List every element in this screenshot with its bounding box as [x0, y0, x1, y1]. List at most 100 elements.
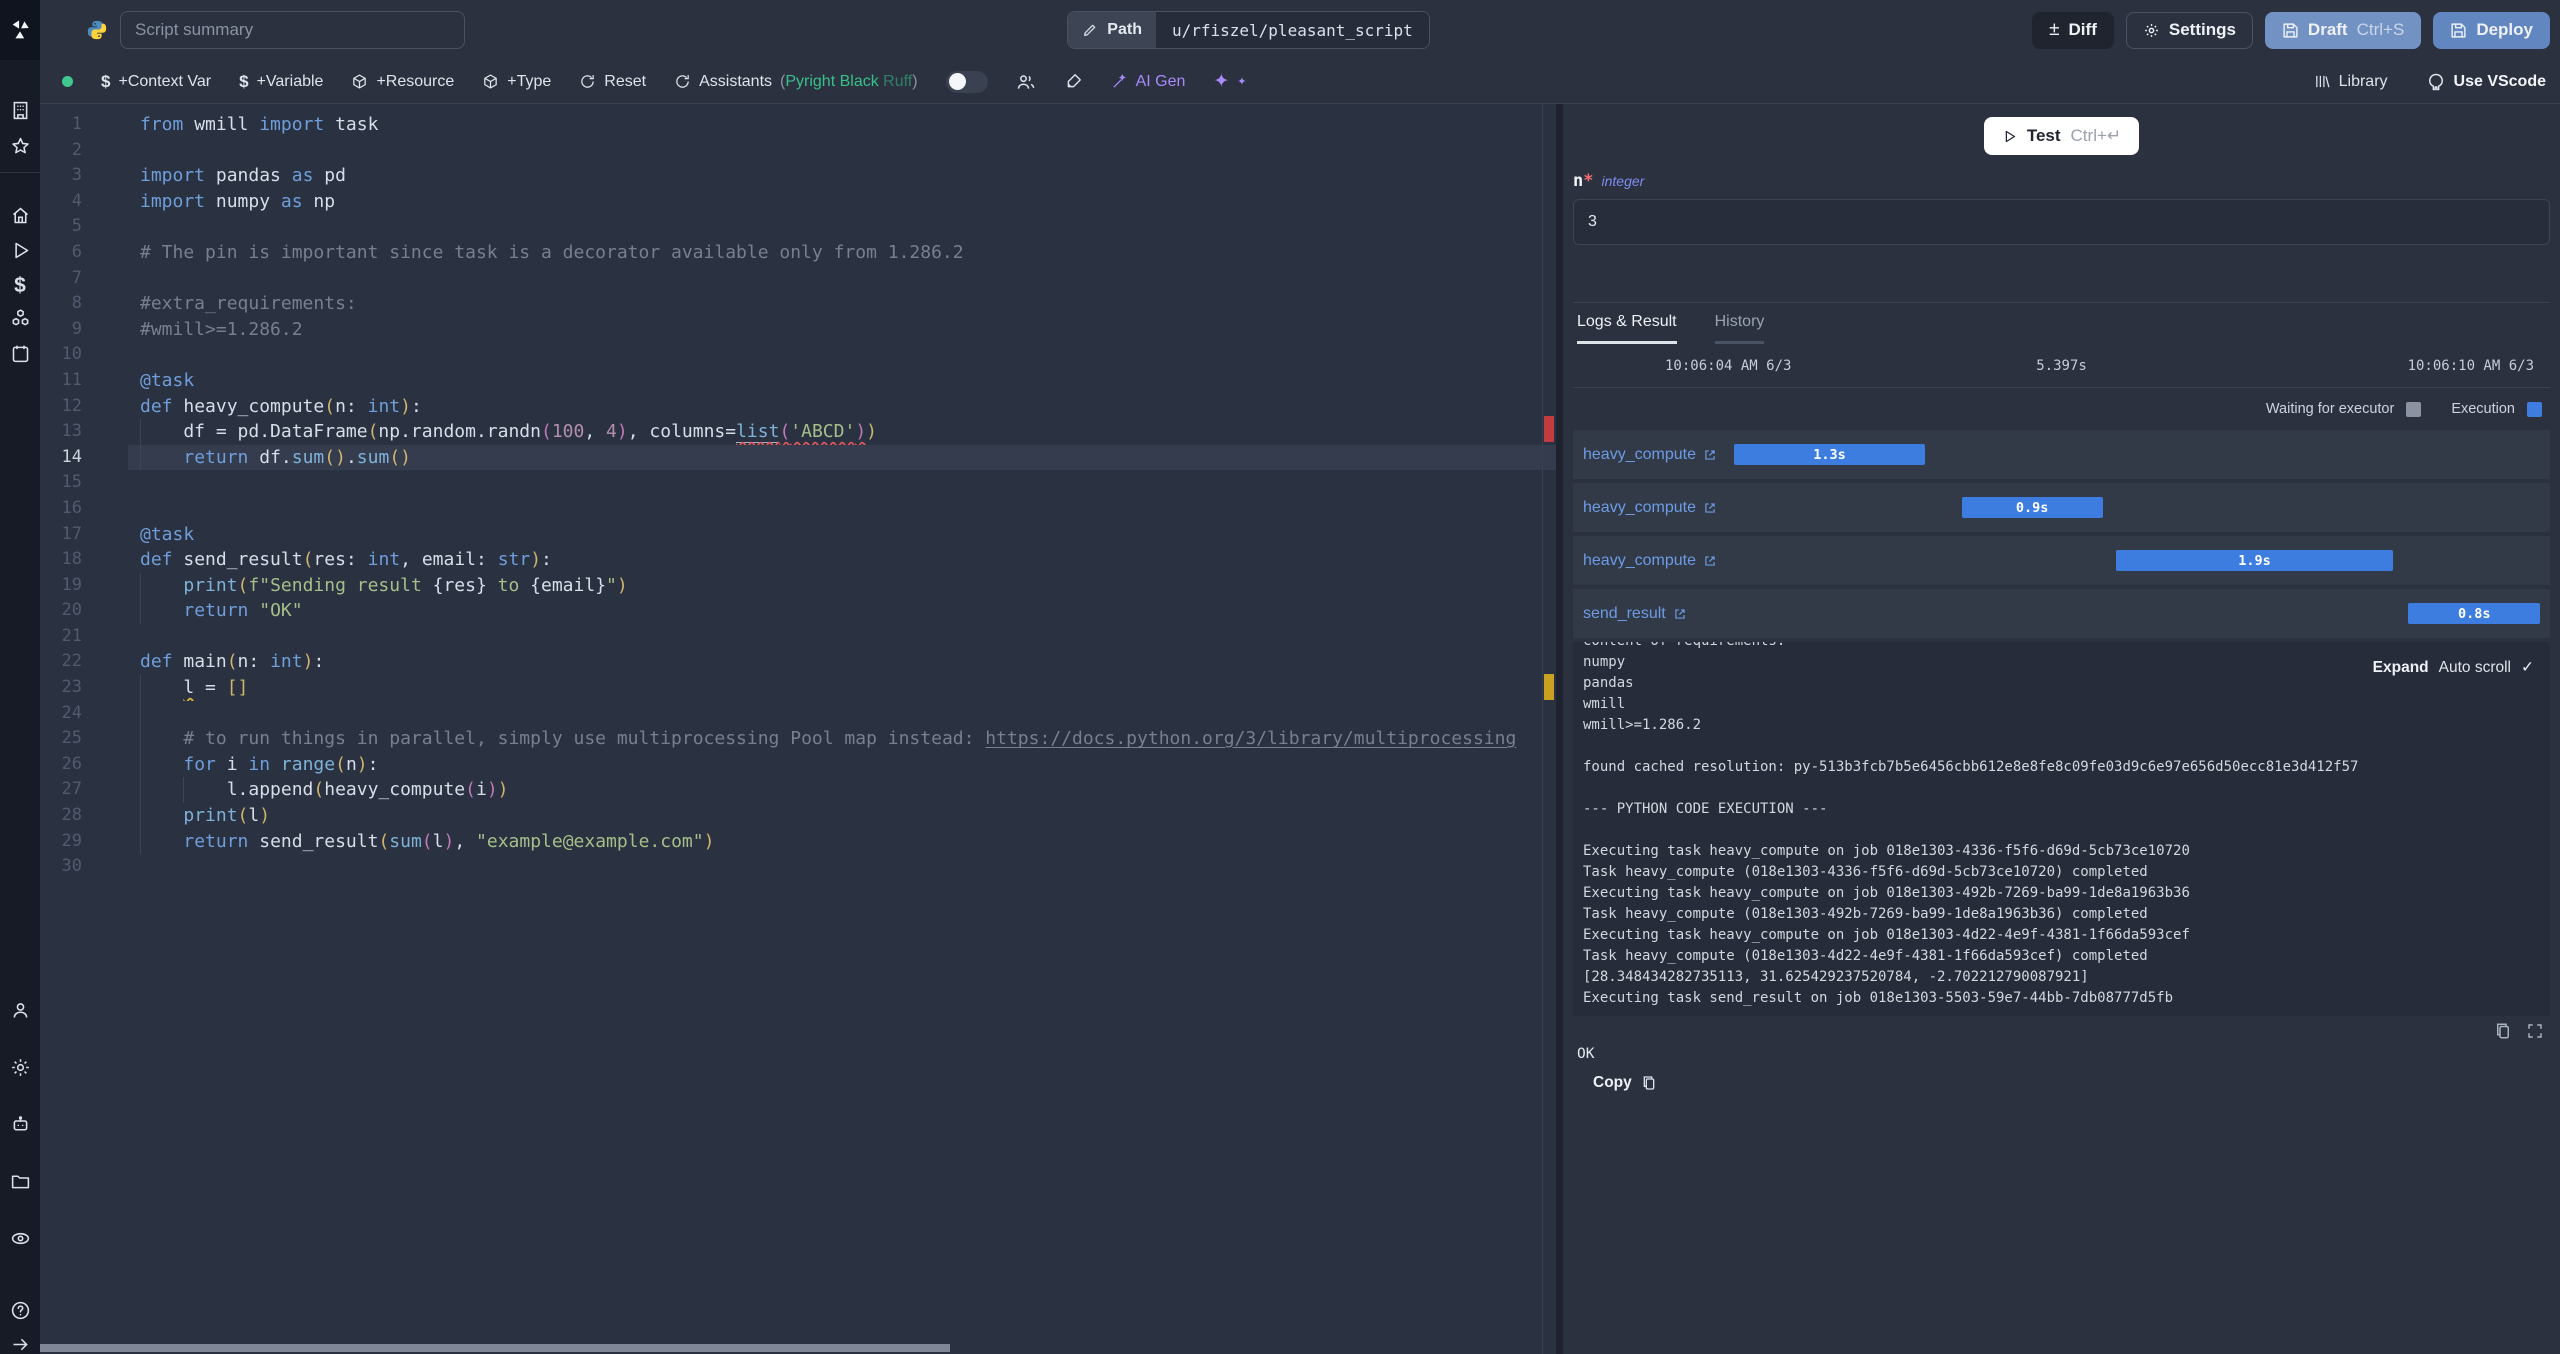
format-brush-button[interactable]: [1064, 72, 1083, 91]
code-line[interactable]: 29 return send_result(sum(l), "example@e…: [40, 828, 1556, 855]
home-icon[interactable]: [0, 205, 40, 226]
variables-dollar-icon[interactable]: $: [0, 274, 40, 298]
status-dot: [62, 76, 73, 87]
line-number: 27: [61, 779, 82, 800]
code-line[interactable]: 1 from wmill import task: [40, 112, 1556, 138]
code-line[interactable]: 27 l.append(heavy_compute(i)): [40, 777, 1556, 804]
settings-gear-icon[interactable]: [0, 1057, 40, 1078]
code-line[interactable]: 20 return "OK": [40, 598, 1556, 624]
tab-logs-result[interactable]: Logs & Result: [1577, 303, 1677, 344]
code-line[interactable]: 26 for i in range(n):: [40, 751, 1556, 778]
tab-history[interactable]: History: [1714, 303, 1765, 344]
code-line[interactable]: 8 #extra_requirements:: [40, 291, 1556, 317]
code-editor[interactable]: 1 from wmill import task 2 3 import pandas a…: [40, 104, 1556, 1354]
expand-sidebar-arrow-icon[interactable]: [0, 1334, 40, 1354]
code-line[interactable]: 17 @task: [40, 522, 1556, 548]
code-line[interactable]: 19 print(f"Sending result {res} to {emai…: [40, 572, 1556, 599]
refresh-icon: [581, 75, 595, 88]
arg-n-input[interactable]: [1573, 199, 2550, 245]
fullscreen-icon[interactable]: [2526, 1022, 2544, 1040]
favorites-star-icon[interactable]: [0, 136, 40, 157]
ai-gen-button[interactable]: AI Gen: [1111, 73, 1185, 91]
multiplayer-button[interactable]: [1016, 72, 1036, 92]
code-line[interactable]: 24: [40, 700, 1556, 727]
code-line[interactable]: 18 def send_result(res: int, email: str):: [40, 547, 1556, 573]
play-icon: [2005, 130, 2015, 142]
script-summary-input[interactable]: [120, 11, 465, 49]
assistants-button[interactable]: Assistants (Pyright Black Ruff): [674, 73, 918, 91]
code-line[interactable]: 3 import pandas as pd: [40, 163, 1556, 189]
sparkles-icon[interactable]: ✦ ✦: [1213, 70, 1246, 93]
draft-button[interactable]: Draft Ctrl+S: [2264, 11, 2422, 49]
code-line[interactable]: 14 return df.sum().sum(): [40, 444, 1556, 471]
code-line[interactable]: 6 # The pin is important since task is a …: [40, 240, 1556, 266]
autoscroll-toggle[interactable]: Auto scroll: [2439, 659, 2511, 677]
code-line[interactable]: 30: [40, 854, 1556, 880]
folders-icon[interactable]: [0, 1171, 40, 1192]
reset-button[interactable]: Reset: [579, 73, 646, 91]
code-line[interactable]: 22 def main(n: int):: [40, 649, 1556, 675]
line-content: print(f"Sending result {res} to {email}"…: [128, 572, 1556, 599]
add-variable-button[interactable]: $ +Variable: [239, 72, 323, 92]
use-vscode-button[interactable]: Use VScode: [2426, 72, 2546, 92]
code-line[interactable]: 28 print(l): [40, 803, 1556, 829]
add-type-button[interactable]: +Type: [482, 73, 551, 91]
line-content: [128, 470, 1556, 496]
code-line[interactable]: 4 import numpy as np: [40, 189, 1556, 215]
help-icon[interactable]: [0, 1300, 40, 1321]
windmill-logo[interactable]: [0, 0, 40, 60]
editor-toggle[interactable]: [945, 70, 988, 93]
horizontal-scrollbar[interactable]: [40, 1344, 950, 1352]
diff-button[interactable]: ± Diff: [2032, 11, 2114, 49]
user-icon[interactable]: [0, 1000, 40, 1021]
code-line[interactable]: 2: [40, 138, 1556, 164]
test-button[interactable]: Test Ctrl+↵: [1983, 117, 2140, 155]
overview-ruler[interactable]: [1542, 104, 1556, 1354]
task-link[interactable]: heavy_compute: [1573, 499, 1717, 517]
indent-guide: [140, 598, 141, 624]
copy-logs-icon[interactable]: [2494, 1022, 2512, 1040]
timeline-legend: Waiting for executor Execution: [1573, 388, 2550, 430]
arg-type: integer: [1601, 173, 1645, 189]
workspace-icon[interactable]: [0, 100, 40, 121]
settings-button[interactable]: Settings: [2125, 11, 2253, 49]
task-link[interactable]: heavy_compute: [1573, 446, 1717, 464]
copy-result-button[interactable]: Copy: [1573, 1074, 2550, 1092]
pane-splitter[interactable]: [1556, 104, 1563, 1354]
external-link-icon: [1705, 502, 1715, 513]
code-line[interactable]: 12 def heavy_compute(n: int):: [40, 394, 1556, 420]
code-line[interactable]: 15: [40, 470, 1556, 496]
logs-expand-button[interactable]: Expand: [2373, 659, 2429, 677]
code-line[interactable]: 10: [40, 342, 1556, 368]
line-content: for i in range(n):: [128, 751, 1556, 778]
arg-label: n* integer: [1573, 171, 1645, 191]
line-content: [128, 138, 1556, 164]
code-line[interactable]: 21: [40, 624, 1556, 650]
code-line[interactable]: 11 @task: [40, 368, 1556, 394]
workers-robot-icon[interactable]: [0, 1114, 40, 1135]
schedules-calendar-icon[interactable]: [0, 343, 40, 364]
resources-icon[interactable]: [0, 308, 40, 329]
code-line[interactable]: 23 l = []: [40, 675, 1556, 701]
code-line[interactable]: 7: [40, 266, 1556, 292]
code-line[interactable]: 16: [40, 496, 1556, 522]
add-context-var-button[interactable]: $ +Context Var: [101, 72, 211, 92]
line-number: 12: [61, 395, 82, 416]
logs-viewer[interactable]: content of requirements: numpy pandas wm…: [1573, 642, 2550, 1016]
code-line[interactable]: 25 # to run things in parallel, simply u…: [40, 726, 1556, 752]
audit-eye-icon[interactable]: [0, 1228, 40, 1249]
code-line[interactable]: 13 df = pd.DataFrame(np.random.randn(100…: [40, 419, 1556, 445]
library-button[interactable]: Library: [2314, 73, 2388, 91]
task-link[interactable]: send_result: [1573, 605, 1687, 623]
code-line[interactable]: 5: [40, 214, 1556, 240]
runs-play-icon[interactable]: [0, 240, 40, 261]
deploy-button[interactable]: Deploy: [2433, 11, 2550, 49]
line-number: 2: [71, 139, 82, 160]
code-line[interactable]: 9 #wmill>=1.286.2: [40, 317, 1556, 343]
task-link[interactable]: heavy_compute: [1573, 552, 1717, 570]
line-content: #extra_requirements:: [140, 293, 357, 315]
add-resource-button[interactable]: +Resource: [351, 73, 454, 91]
path-chip[interactable]: Path u/rfiszel/pleasant_script: [1067, 11, 1430, 49]
logs-actions: [1573, 1016, 2550, 1046]
line-content: import numpy as np: [140, 190, 336, 212]
